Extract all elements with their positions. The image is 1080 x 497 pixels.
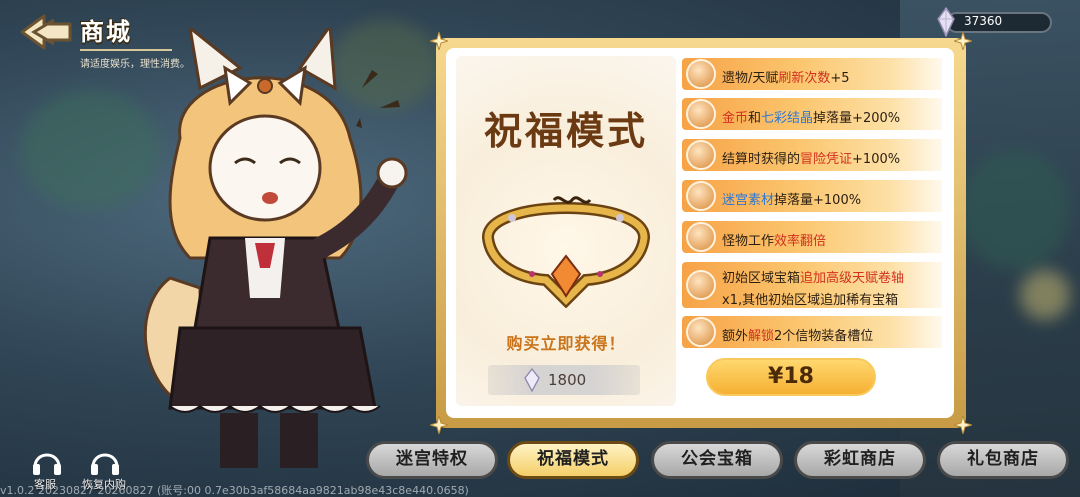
corner-sparkle-icon [430, 32, 448, 50]
background-foliage [960, 150, 1070, 270]
treasure-chest-icon [686, 270, 716, 300]
plant-icon [686, 181, 716, 211]
coin-crystal-icon [686, 99, 716, 129]
page-title: 商城 [80, 18, 132, 46]
tab-blessing-mode[interactable]: 祝福模式 [507, 441, 639, 479]
currency-amount: 37360 [964, 14, 1003, 28]
benefit-text: 金币和七彩结晶掉落量+200% [722, 111, 901, 126]
clock-icon [686, 222, 716, 252]
tab-maze-privilege[interactable]: 迷宫特权 [366, 441, 498, 479]
benefit-text: 结算时获得的冒险凭证+100% [722, 152, 901, 167]
scroll-icon [686, 140, 716, 170]
tab-gift-shop[interactable]: 礼包商店 [937, 441, 1069, 479]
target-icon [686, 317, 716, 347]
crystal-icon [937, 7, 955, 37]
shop-mascot-character [143, 28, 408, 468]
background-light [1020, 270, 1070, 320]
benefit-text: 遗物/天赋刷新次数+5 [722, 71, 850, 86]
benefit-text: 初始区域宝箱追加高级天赋卷轴 [722, 271, 905, 286]
gem-reward-amount: 1800 [548, 371, 587, 389]
corner-sparkle-icon [954, 32, 972, 50]
blessing-circlet-icon [482, 196, 650, 308]
mode-title: 祝福模式 [483, 109, 648, 153]
crystal-icon [524, 368, 540, 392]
tab-rainbow-shop[interactable]: 彩虹商店 [794, 441, 926, 479]
benefit-text: 怪物工作效率翻倍 [722, 234, 827, 249]
buy-reward-label: 购买立即获得！ [506, 334, 626, 353]
benefit-text: x1,其他初始区域追加稀有宝箱 [722, 293, 899, 308]
version-text: v1.0.2 20230827 20260827 (账号:00 0.7e30b3… [0, 484, 469, 497]
back-arrow-icon [20, 14, 72, 50]
corner-sparkle-icon [430, 416, 448, 434]
back-arrow-button[interactable] [16, 12, 74, 52]
tab-guild-chest[interactable]: 公会宝箱 [651, 441, 783, 479]
lollipop-icon [686, 59, 716, 89]
purchase-button[interactable]: ¥18 [706, 358, 876, 396]
headset-icon[interactable] [30, 447, 64, 477]
headset-icon[interactable] [88, 447, 122, 477]
corner-sparkle-icon [954, 416, 972, 434]
benefit-text: 迷宫素材掉落量+100% [722, 193, 862, 208]
benefit-text: 额外解锁2个信物装备槽位 [722, 329, 874, 344]
